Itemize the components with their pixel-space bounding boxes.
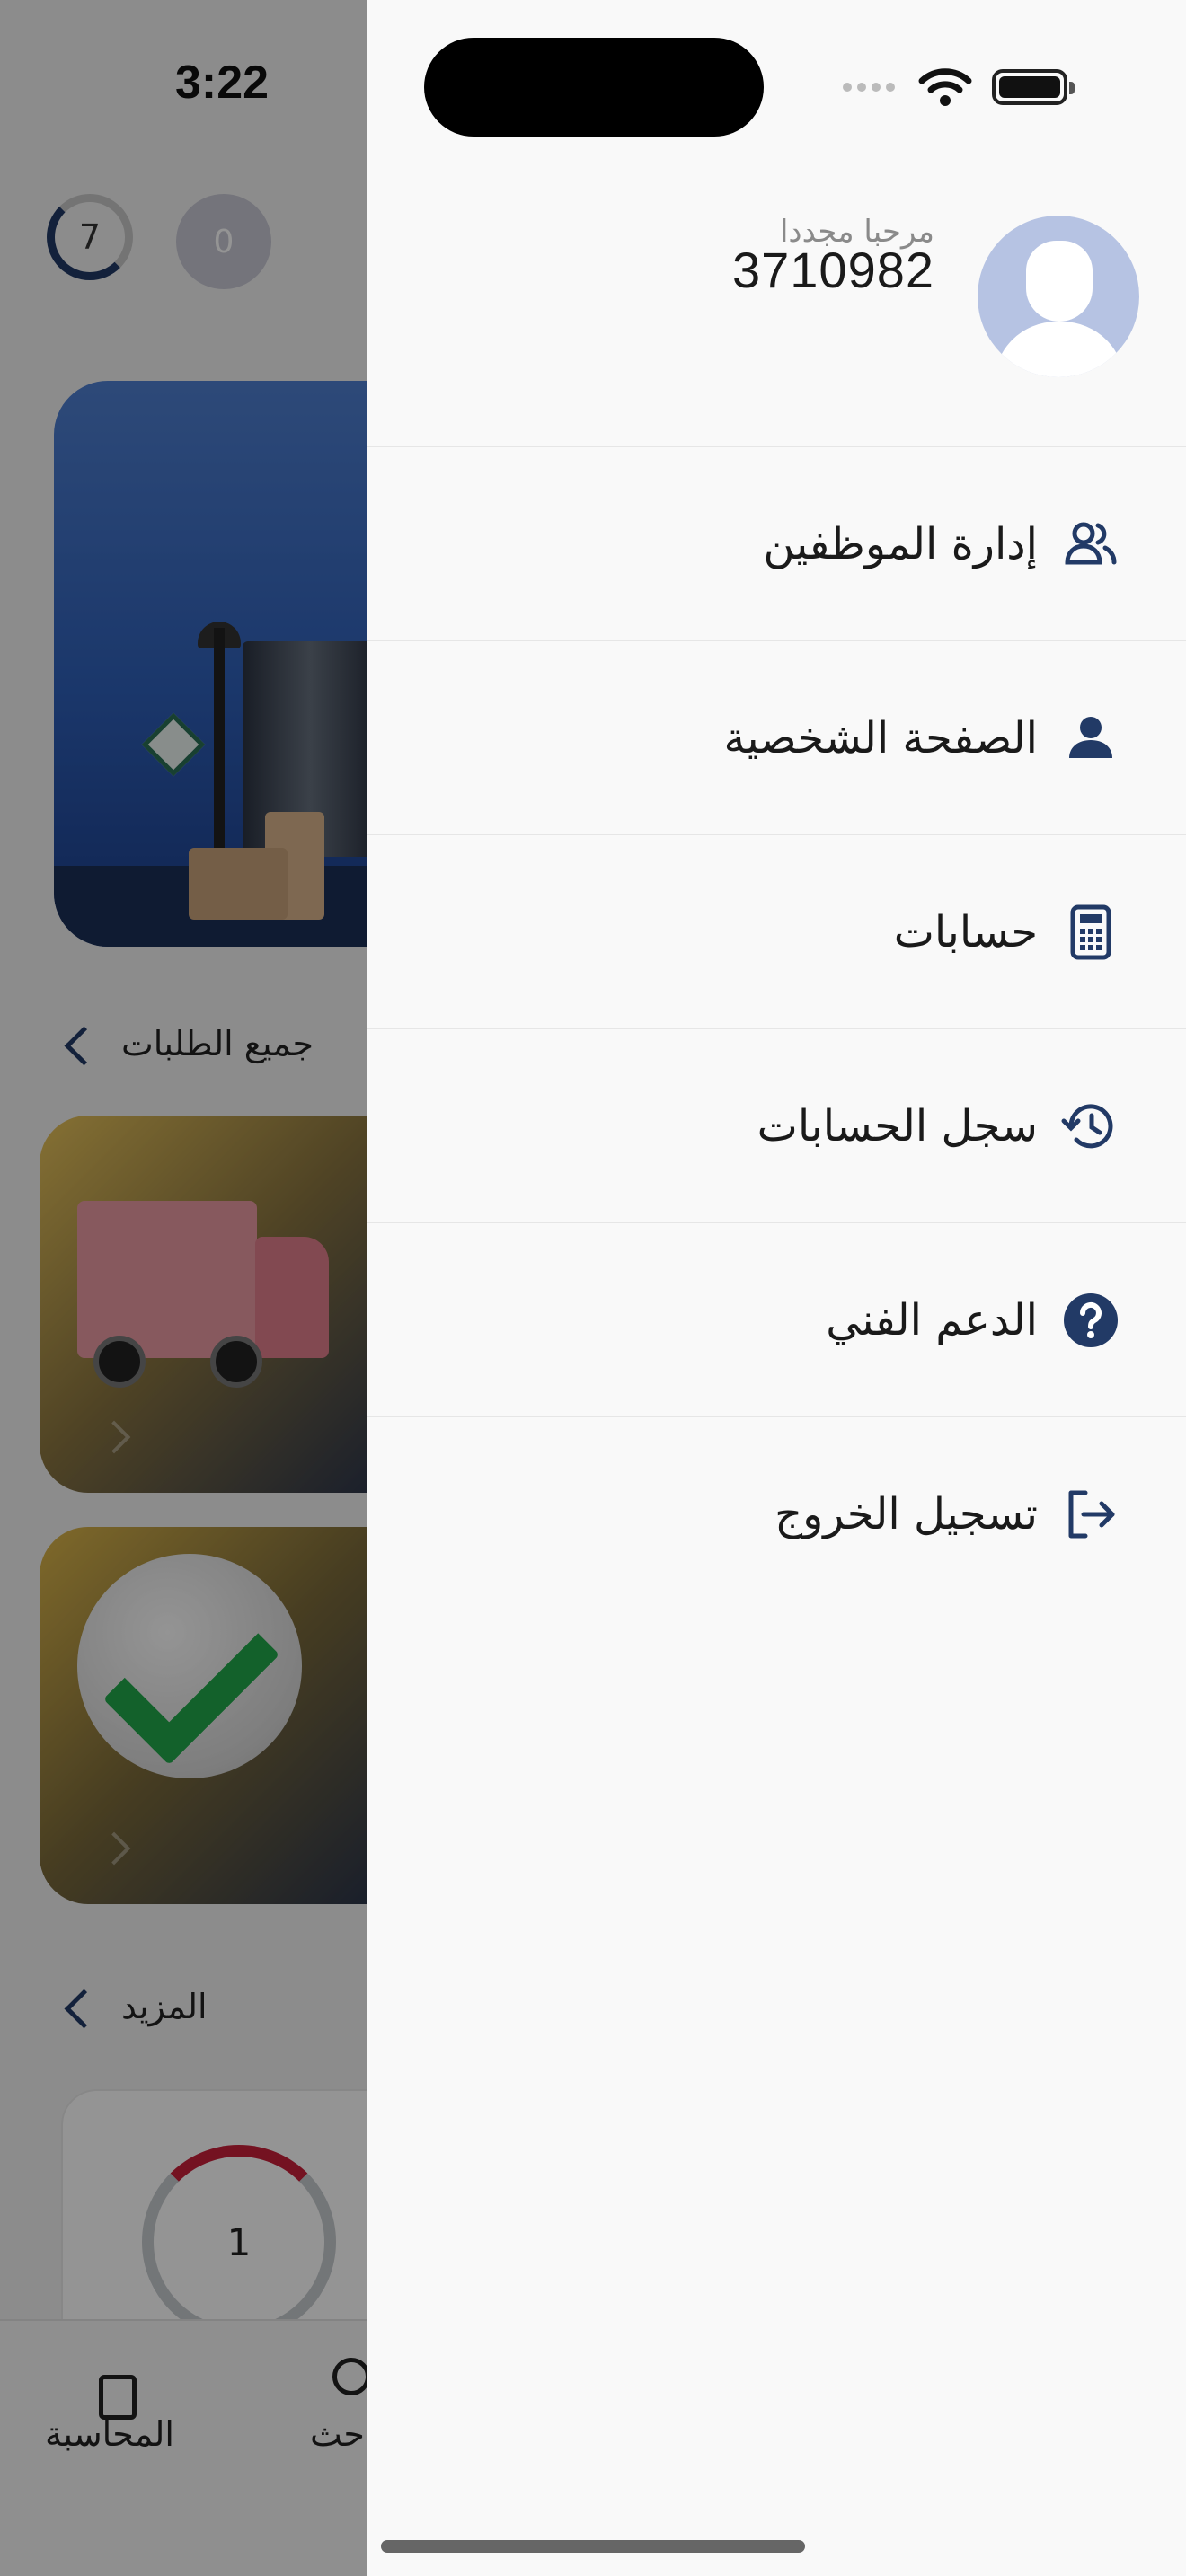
menu-item-label: حسابات: [893, 907, 1038, 957]
menu-item-profile[interactable]: الصفحة الشخصية: [367, 640, 1186, 834]
home-indicator[interactable]: [381, 2540, 805, 2553]
users-icon: [1058, 512, 1123, 577]
dynamic-island: [424, 38, 764, 137]
menu-item-employee-management[interactable]: إدارة الموظفين: [367, 446, 1186, 640]
status-indicators: [843, 66, 1075, 108]
menu-item-accounts[interactable]: حسابات: [367, 834, 1186, 1028]
avatar[interactable]: [978, 216, 1139, 377]
menu-item-label: الصفحة الشخصية: [723, 713, 1038, 763]
logout-icon: [1058, 1482, 1123, 1547]
menu-item-label: سجل الحسابات: [757, 1101, 1038, 1151]
menu-item-support[interactable]: الدعم الفني: [367, 1222, 1186, 1416]
user-icon: [1058, 706, 1123, 771]
menu-item-accounts-history[interactable]: سجل الحسابات: [367, 1028, 1186, 1222]
user-id: 3710982: [731, 242, 934, 298]
drawer-profile-header: مرحبا مجددا 3710982: [367, 207, 1186, 449]
calculator-icon: [1058, 900, 1123, 965]
menu-item-label: الدعم الفني: [826, 1295, 1038, 1345]
menu-item-label: إدارة الموظفين: [763, 519, 1038, 569]
menu-item-label: تسجيل الخروج: [774, 1489, 1038, 1539]
history-icon: [1058, 1094, 1123, 1159]
help-circle-icon: [1058, 1288, 1123, 1353]
battery-icon: [992, 69, 1075, 105]
avatar-head: [1026, 241, 1093, 322]
menu-item-logout[interactable]: تسجيل الخروج: [367, 1416, 1186, 1610]
wifi-icon: [918, 68, 972, 106]
cellular-signal-icon: [843, 83, 895, 92]
avatar-body: [994, 322, 1125, 377]
drawer-menu: إدارة الموظفين الصفحة الشخصية حسابات سجل…: [367, 446, 1186, 1610]
side-drawer: مرحبا مجددا 3710982 إدارة الموظفين الصفح…: [367, 0, 1186, 2576]
